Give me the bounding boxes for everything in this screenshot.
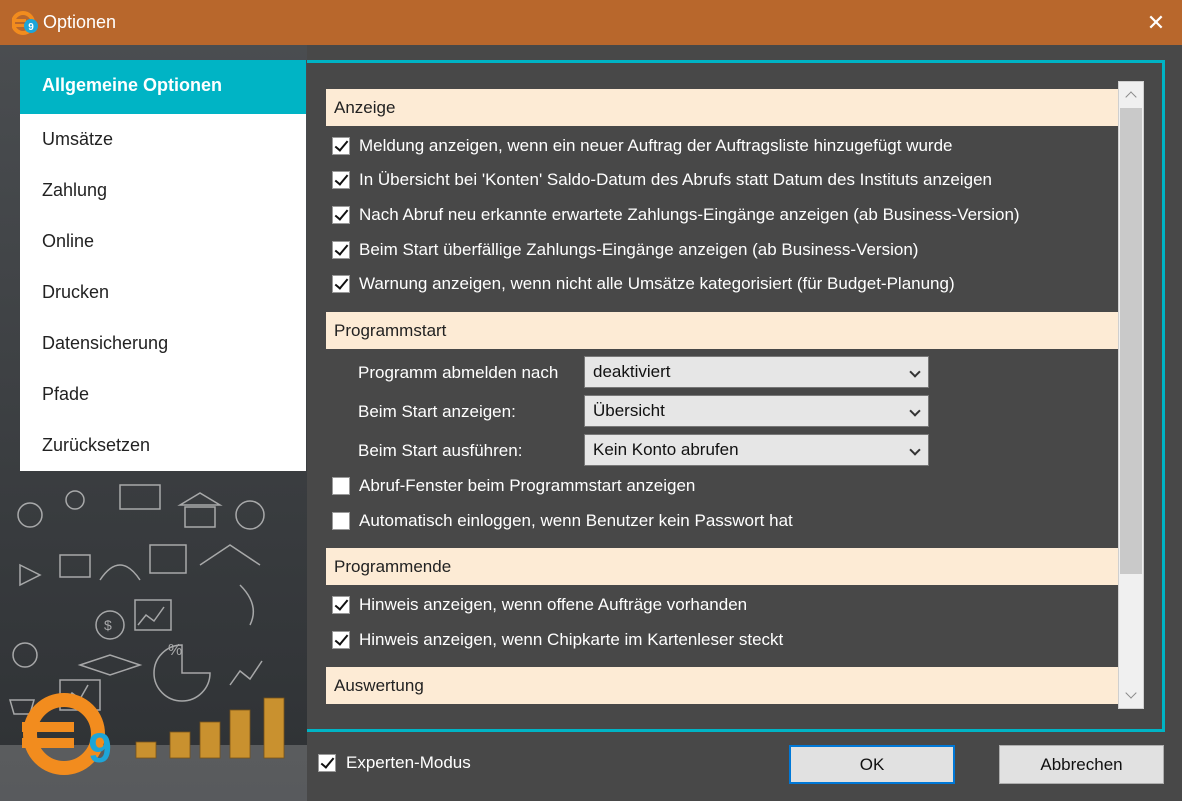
select-value: Kein Konto abrufen: [593, 440, 739, 459]
options-nav: Allgemeine Optionen Umsätze Zahlung Onli…: [20, 60, 306, 471]
checkbox[interactable]: [318, 754, 336, 772]
option-hinweis-chipkarte[interactable]: Hinweis anzeigen, wenn Chipkarte im Kart…: [332, 627, 783, 653]
option-label: Hinweis anzeigen, wenn offene Aufträge v…: [359, 595, 748, 614]
svg-text:$: $: [104, 617, 112, 633]
option-ueberfaellige-eingaenge[interactable]: Beim Start überfällige Zahlungs-Eingänge…: [332, 237, 918, 263]
ok-button[interactable]: OK: [789, 745, 955, 784]
option-label: Meldung anzeigen, wenn ein neuer Auftrag…: [359, 136, 953, 155]
option-abruf-fenster[interactable]: Abruf-Fenster beim Programmstart anzeige…: [332, 473, 695, 499]
checkbox[interactable]: [332, 631, 350, 649]
vertical-scrollbar[interactable]: [1118, 81, 1144, 709]
select-start-ausfuehren[interactable]: Kein Konto abrufen: [584, 434, 929, 466]
option-meldung-auftrag[interactable]: Meldung anzeigen, wenn ein neuer Auftrag…: [332, 133, 953, 159]
options-content: Anzeige Meldung anzeigen, wenn ein neuer…: [326, 81, 1118, 709]
chevron-down-icon: [909, 444, 921, 456]
checkbox[interactable]: [332, 275, 350, 293]
option-label: Beim Start überfällige Zahlungs-Eingänge…: [359, 240, 919, 259]
select-value: deaktiviert: [593, 362, 671, 381]
option-label: Abruf-Fenster beim Programmstart anzeige…: [359, 476, 696, 495]
svg-text:9: 9: [28, 22, 34, 33]
sidebar-item-drucken[interactable]: Drucken: [20, 267, 306, 318]
checkbox[interactable]: [332, 241, 350, 259]
option-label: Automatisch einloggen, wenn Benutzer kei…: [359, 511, 793, 530]
option-warnung-kategorisiert[interactable]: Warnung anzeigen, wenn nicht alle Umsätz…: [332, 271, 955, 297]
scroll-thumb[interactable]: [1120, 108, 1142, 574]
sidebar-panel: $ % Allgemeine Optionen Umsätze Zahlung …: [0, 45, 307, 801]
scroll-up-icon[interactable]: [1119, 84, 1143, 108]
field-label-start-ausfuehren: Beim Start ausführen:: [358, 441, 523, 460]
expert-mode-label: Experten-Modus: [346, 753, 471, 772]
select-abmelden-nach[interactable]: deaktiviert: [584, 356, 929, 388]
chevron-down-icon: [909, 366, 921, 378]
sidebar-item-zuruecksetzen[interactable]: Zurücksetzen: [20, 420, 306, 471]
coin-stacks-image: [135, 697, 285, 759]
checkbox[interactable]: [332, 137, 350, 155]
sidebar-item-allgemeine-optionen[interactable]: Allgemeine Optionen: [20, 60, 306, 114]
option-auto-login[interactable]: Automatisch einloggen, wenn Benutzer kei…: [332, 508, 793, 534]
option-label: Nach Abruf neu erkannte erwartete Zahlun…: [359, 205, 1020, 224]
sidebar-item-datensicherung[interactable]: Datensicherung: [20, 318, 306, 369]
sidebar-item-zahlung[interactable]: Zahlung: [20, 165, 306, 216]
expert-mode-toggle[interactable]: Experten-Modus: [318, 753, 471, 773]
section-header-programmstart: Programmstart: [326, 312, 1118, 349]
euro9-logo-icon: 9: [12, 11, 38, 35]
option-hinweis-auftraege[interactable]: Hinweis anzeigen, wenn offene Aufträge v…: [332, 592, 747, 618]
sidebar-item-pfade[interactable]: Pfade: [20, 369, 306, 420]
title-bar: 9 Optionen ✕: [0, 0, 1182, 45]
select-start-anzeigen[interactable]: Übersicht: [584, 395, 929, 427]
svg-text:9: 9: [88, 724, 111, 771]
sidebar-item-online[interactable]: Online: [20, 216, 306, 267]
option-zahlungs-eingaenge-abruf[interactable]: Nach Abruf neu erkannte erwartete Zahlun…: [332, 202, 1020, 228]
checkbox[interactable]: [332, 477, 350, 495]
sidebar-item-umsaetze[interactable]: Umsätze: [20, 114, 306, 165]
checkbox[interactable]: [332, 206, 350, 224]
checkbox[interactable]: [332, 512, 350, 530]
option-label: Hinweis anzeigen, wenn Chipkarte im Kart…: [359, 630, 784, 649]
select-value: Übersicht: [593, 401, 665, 420]
option-label: In Übersicht bei 'Konten' Saldo-Datum de…: [359, 170, 992, 189]
option-label: Warnung anzeigen, wenn nicht alle Umsätz…: [359, 274, 955, 293]
cancel-button[interactable]: Abbrechen: [999, 745, 1164, 784]
option-saldo-datum[interactable]: In Übersicht bei 'Konten' Saldo-Datum de…: [332, 167, 992, 193]
checkbox[interactable]: [332, 596, 350, 614]
scroll-down-icon[interactable]: [1119, 684, 1143, 708]
section-header-anzeige: Anzeige: [326, 89, 1118, 126]
section-header-programmende: Programmende: [326, 548, 1118, 585]
field-label-start-anzeigen: Beim Start anzeigen:: [358, 402, 516, 421]
window-title: Optionen: [43, 12, 117, 32]
chevron-down-icon: [909, 405, 921, 417]
checkbox[interactable]: [332, 171, 350, 189]
section-header-auswertung: Auswertung: [326, 667, 1118, 704]
euro9-logo: 9: [22, 693, 112, 775]
close-icon[interactable]: ✕: [1136, 6, 1176, 40]
field-label-abmelden: Programm abmelden nach: [358, 363, 559, 382]
